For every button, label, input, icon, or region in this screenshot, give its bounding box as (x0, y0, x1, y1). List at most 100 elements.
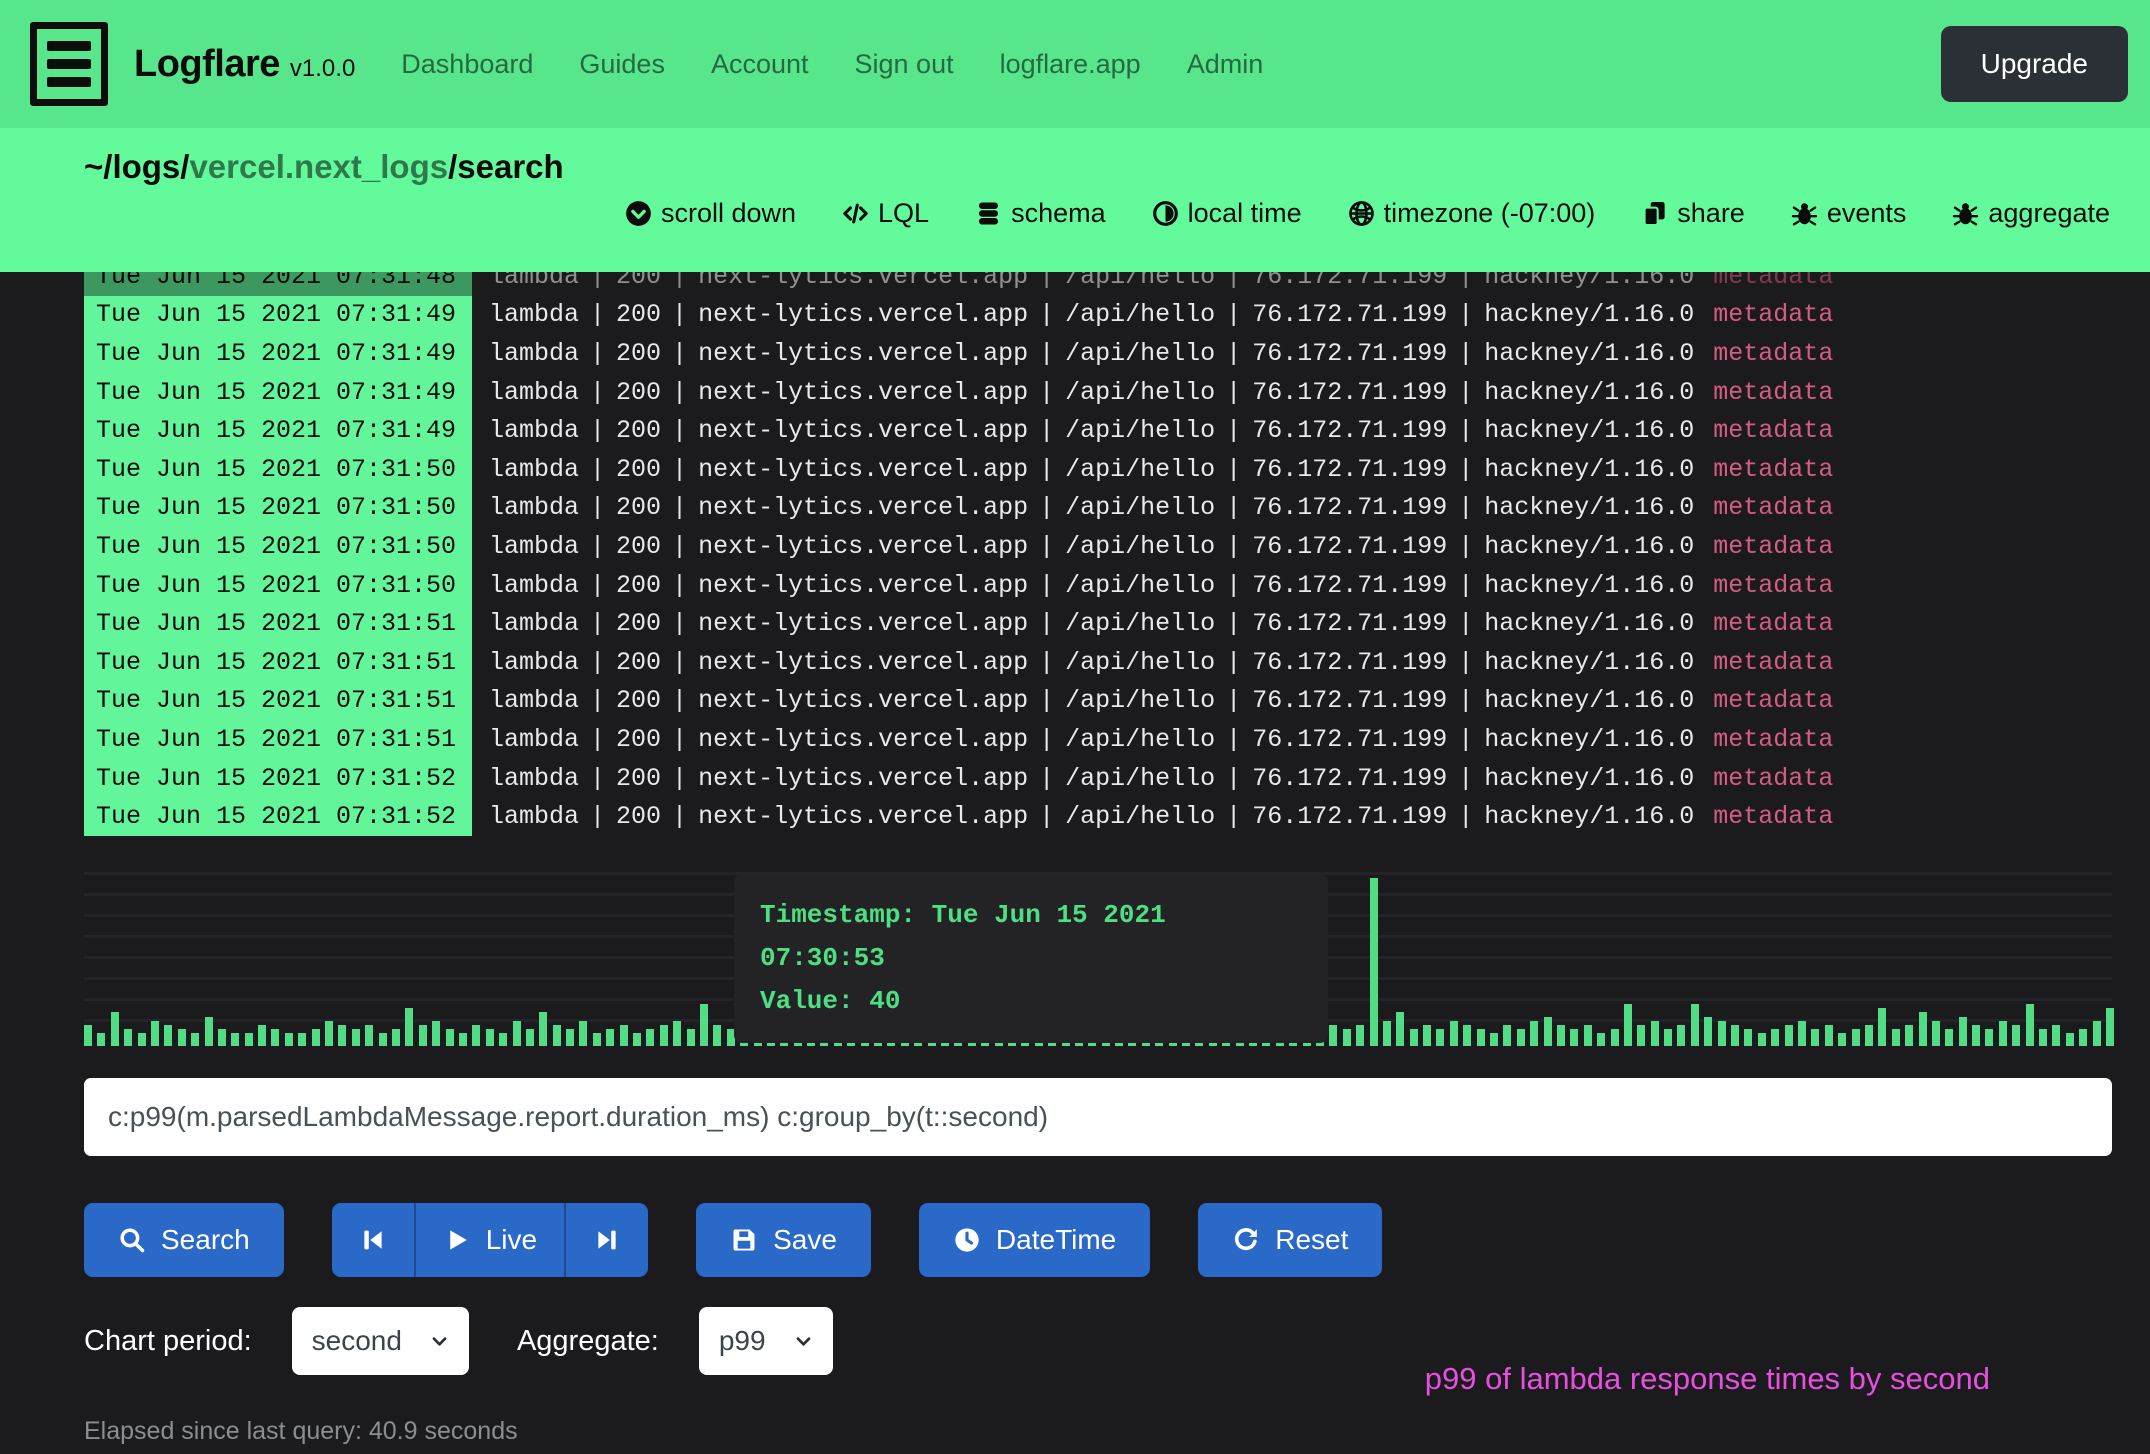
nav-link-account[interactable]: Account (711, 49, 809, 80)
chart-bar[interactable] (1825, 1025, 1833, 1046)
chart-bar[interactable] (1731, 1025, 1739, 1046)
chart-bar[interactable] (138, 1033, 146, 1046)
chart-bar[interactable] (191, 1033, 199, 1046)
metadata-link[interactable]: metadata (1713, 686, 1833, 715)
upgrade-button[interactable]: Upgrade (1941, 26, 2128, 102)
nav-link-logflare-app[interactable]: logflare.app (1000, 49, 1141, 80)
chart-bar[interactable] (271, 1029, 279, 1046)
chart-bar[interactable] (486, 1029, 494, 1046)
chart-bar[interactable] (1771, 1029, 1779, 1046)
chart-bar[interactable] (1329, 1025, 1337, 1046)
chart-bar[interactable] (1597, 1033, 1605, 1046)
chart-bar[interactable] (1999, 1021, 2007, 1046)
tool-schema[interactable]: schema (975, 198, 1106, 229)
chart-bar[interactable] (2039, 1029, 2047, 1046)
chart-bar[interactable] (633, 1033, 641, 1046)
chart-bar[interactable] (673, 1021, 681, 1046)
chart-bar[interactable] (178, 1029, 186, 1046)
aggregate-select[interactable]: p99 (699, 1307, 833, 1375)
chart-bar[interactable] (1919, 1012, 1927, 1046)
chart-bar[interactable] (111, 1012, 119, 1046)
chart-bar[interactable] (1892, 1029, 1900, 1046)
chart-bar[interactable] (164, 1025, 172, 1046)
chart-bar[interactable] (1865, 1025, 1873, 1046)
chart-bar[interactable] (579, 1021, 587, 1046)
chart-bar[interactable] (526, 1029, 534, 1046)
metadata-link[interactable]: metadata (1713, 493, 1833, 522)
chart-bar[interactable] (1490, 1033, 1498, 1046)
search-button[interactable]: Search (84, 1203, 284, 1277)
chart-bar[interactable] (700, 1004, 708, 1046)
chart-bar[interactable] (606, 1029, 614, 1046)
reset-button[interactable]: Reset (1198, 1203, 1382, 1277)
tool-scroll-down[interactable]: scroll down (625, 198, 796, 229)
chart-bar[interactable] (1677, 1025, 1685, 1046)
chart-bar[interactable] (459, 1033, 467, 1046)
chart-bar[interactable] (231, 1033, 239, 1046)
chart-bar[interactable] (1423, 1025, 1431, 1046)
metadata-link[interactable]: metadata (1713, 571, 1833, 600)
chart-bar[interactable] (1785, 1025, 1793, 1046)
metadata-link[interactable]: metadata (1713, 378, 1833, 407)
chart-bar[interactable] (566, 1029, 574, 1046)
metadata-link[interactable]: metadata (1713, 300, 1833, 329)
chart-bar[interactable] (1959, 1017, 1967, 1046)
chart-bar[interactable] (2052, 1025, 2060, 1046)
chart-bar[interactable] (472, 1025, 480, 1046)
nav-link-guides[interactable]: Guides (579, 49, 665, 80)
chart-bar[interactable] (1396, 1012, 1404, 1046)
chart-bar[interactable] (620, 1025, 628, 1046)
chart-bar[interactable] (1945, 1029, 1953, 1046)
chart-bar[interactable] (1905, 1025, 1913, 1046)
tool-lql[interactable]: LQL (842, 198, 929, 229)
chart-bar[interactable] (1463, 1025, 1471, 1046)
chart-bar[interactable] (1651, 1021, 1659, 1046)
tool-aggregate[interactable]: aggregate (1952, 198, 2110, 229)
chart-bar[interactable] (124, 1029, 132, 1046)
chart-bar[interactable] (1557, 1025, 1565, 1046)
tool-share[interactable]: share (1641, 198, 1745, 229)
live-button[interactable]: Live (414, 1203, 564, 1277)
nav-link-sign-out[interactable]: Sign out (855, 49, 954, 80)
chart-bar[interactable] (1611, 1029, 1619, 1046)
chart-bar[interactable] (1624, 1004, 1632, 1046)
chart-bar[interactable] (405, 1008, 413, 1046)
chart-bar[interactable] (1356, 1025, 1364, 1046)
chart-bar[interactable] (1503, 1025, 1511, 1046)
nav-link-admin[interactable]: Admin (1187, 49, 1264, 80)
chart-bar[interactable] (1450, 1021, 1458, 1046)
tool-local-time[interactable]: local time (1152, 198, 1302, 229)
chart-bar[interactable] (1838, 1033, 1846, 1046)
chart-bar[interactable] (379, 1033, 387, 1046)
chart-bar[interactable] (646, 1029, 654, 1046)
chart-bar[interactable] (1691, 1004, 1699, 1046)
chart-bar[interactable] (365, 1025, 373, 1046)
chart-bar[interactable] (151, 1021, 159, 1046)
metadata-link[interactable]: metadata (1713, 764, 1833, 793)
chart-bar[interactable] (446, 1029, 454, 1046)
chart-bar[interactable] (1410, 1029, 1418, 1046)
metadata-link[interactable]: metadata (1713, 648, 1833, 677)
chart-bar[interactable] (298, 1033, 306, 1046)
tool-timezone-07-00-[interactable]: timezone (-07:00) (1348, 198, 1596, 229)
chart-bar[interactable] (1570, 1029, 1578, 1046)
chart-bar[interactable] (499, 1033, 507, 1046)
logflare-logo-icon[interactable] (30, 22, 108, 106)
chart-bar[interactable] (1343, 1029, 1351, 1046)
chart-bar[interactable] (392, 1029, 400, 1046)
chart-bar[interactable] (713, 1025, 721, 1046)
lql-query-input[interactable] (84, 1078, 2112, 1156)
chart-bar[interactable] (205, 1017, 213, 1046)
chart-bar[interactable] (1517, 1029, 1525, 1046)
tool-events[interactable]: events (1791, 198, 1907, 229)
chart-bar[interactable] (1798, 1021, 1806, 1046)
chart-bar[interactable] (2079, 1029, 2087, 1046)
chart-bar[interactable] (513, 1021, 521, 1046)
chart-bar[interactable] (1477, 1029, 1485, 1046)
chart-bar[interactable] (285, 1033, 293, 1046)
chart-bar[interactable] (218, 1029, 226, 1046)
chart-bar[interactable] (352, 1029, 360, 1046)
chart-bar[interactable] (539, 1012, 547, 1046)
chart-bar[interactable] (553, 1025, 561, 1046)
chart-bar[interactable] (97, 1033, 105, 1046)
